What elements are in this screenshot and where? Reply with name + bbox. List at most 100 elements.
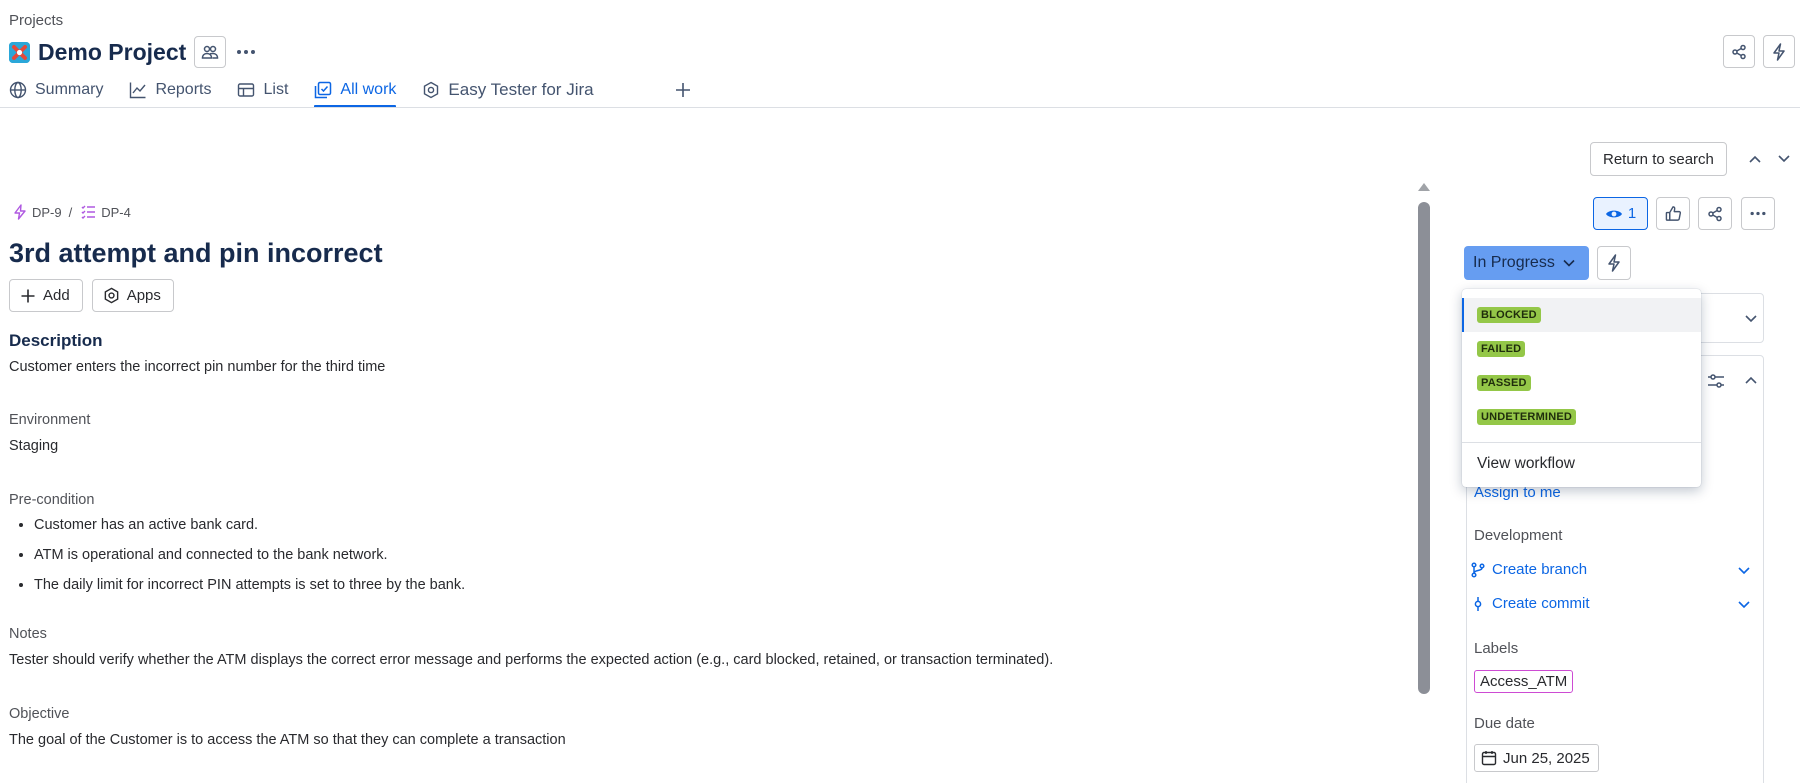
plus-icon: [675, 83, 690, 97]
chevron-down-icon[interactable]: [1738, 567, 1750, 575]
objective-heading: Objective: [9, 706, 70, 722]
return-to-search-button[interactable]: Return to search: [1590, 142, 1727, 176]
status-lozenge: PASSED: [1477, 375, 1531, 391]
chevron-down-icon: [1563, 259, 1575, 267]
tab-summary[interactable]: Summary: [9, 78, 103, 102]
breadcrumb[interactable]: Projects: [9, 12, 63, 29]
status-dropdown-menu: BLOCKED FAILED PASSED UNDETERMINED View …: [1462, 289, 1701, 487]
issue-automation-button[interactable]: [1597, 246, 1631, 280]
status-option-undetermined[interactable]: UNDETERMINED: [1462, 400, 1701, 434]
thumbs-up-icon: [1665, 206, 1681, 221]
scroll-up-arrow[interactable]: [1418, 183, 1430, 191]
precondition-heading: Pre-condition: [9, 492, 95, 508]
create-branch-link[interactable]: Create branch: [1471, 561, 1587, 578]
previous-issue-button[interactable]: [1739, 143, 1771, 175]
eye-icon: [1605, 210, 1622, 217]
status-lozenge: UNDETERMINED: [1477, 409, 1577, 425]
team-button[interactable]: [194, 36, 227, 68]
tab-label: Easy Tester for Jira: [448, 80, 594, 99]
create-commit-label: Create commit: [1492, 595, 1590, 612]
status-label: In Progress: [1473, 254, 1555, 271]
globe-icon: [9, 81, 27, 99]
share-issue-button[interactable]: [1698, 197, 1732, 230]
status-lozenge: FAILED: [1477, 341, 1526, 357]
issue-title[interactable]: 3rd attempt and pin incorrect: [9, 238, 383, 269]
chevron-down-icon: [1778, 155, 1790, 163]
objective-text[interactable]: The goal of the Customer is to access th…: [9, 732, 566, 748]
chart-line-icon: [130, 82, 146, 99]
parent-issue-link[interactable]: DP-9: [32, 205, 62, 220]
description-heading: Description: [9, 331, 103, 350]
share-project-button[interactable]: [1723, 35, 1755, 68]
tab-list[interactable]: List: [237, 78, 288, 102]
more-actions-button[interactable]: [230, 36, 262, 68]
add-button[interactable]: Add: [9, 279, 83, 312]
chevron-down-icon: [1745, 315, 1757, 323]
people-icon: [202, 45, 219, 59]
subtask-icon: [81, 205, 96, 219]
list-item: ATM is operational and connected to the …: [34, 545, 465, 575]
due-date-field[interactable]: Jun 25, 2025: [1474, 744, 1599, 772]
status-option-blocked[interactable]: BLOCKED: [1462, 298, 1701, 332]
apps-label: Apps: [126, 287, 161, 304]
like-button[interactable]: [1656, 197, 1690, 230]
project-logo-icon: [9, 41, 30, 63]
precondition-list: Customer has an active bank card. ATM is…: [34, 515, 465, 605]
next-issue-button[interactable]: [1768, 143, 1800, 175]
share-icon: [1708, 206, 1722, 221]
due-date-heading: Due date: [1474, 715, 1535, 732]
app-hexagon-icon: [424, 81, 439, 99]
more-horizontal-icon: [237, 50, 256, 54]
environment-heading: Environment: [9, 412, 91, 428]
notes-heading: Notes: [9, 626, 47, 642]
project-title-row: Demo Project: [9, 36, 262, 68]
settings-sliders-icon[interactable]: [1707, 373, 1725, 389]
issue-key[interactable]: DP-4: [101, 205, 131, 220]
chevron-down-icon[interactable]: [1738, 601, 1750, 609]
tab-easy-tester[interactable]: Easy Tester for Jira: [422, 78, 594, 102]
app-hexagon-icon: [104, 287, 119, 304]
dropdown-divider: [1462, 442, 1701, 443]
issue-more-button[interactable]: [1741, 197, 1775, 230]
status-option-passed[interactable]: PASSED: [1462, 366, 1701, 400]
label-tag[interactable]: Access_ATM: [1474, 670, 1574, 693]
scrollbar-thumb[interactable]: [1418, 202, 1430, 694]
project-title[interactable]: Demo Project: [38, 39, 186, 66]
header-divider: [0, 107, 1800, 108]
plus-icon: [21, 289, 35, 302]
lightning-icon: [1608, 254, 1620, 272]
chevron-up-icon: [1749, 155, 1761, 163]
list-item: Customer has an active bank card.: [34, 515, 465, 545]
issue-breadcrumb: DP-9 / DP-4: [13, 204, 131, 220]
chevron-up-icon[interactable]: [1745, 376, 1757, 384]
create-commit-link[interactable]: Create commit: [1471, 595, 1590, 612]
notes-text[interactable]: Tester should verify whether the ATM dis…: [9, 652, 1053, 668]
status-option-failed[interactable]: FAILED: [1462, 332, 1701, 366]
create-branch-label: Create branch: [1492, 561, 1588, 578]
tab-label: Summary: [35, 81, 104, 98]
status-lozenge: BLOCKED: [1477, 307, 1541, 323]
due-date-value: Jun 25, 2025: [1503, 749, 1590, 767]
breadcrumb-separator: /: [68, 204, 73, 220]
description-text[interactable]: Customer enters the incorrect pin number…: [9, 359, 385, 375]
tab-label: All work: [340, 81, 397, 98]
commit-icon: [1474, 596, 1482, 611]
branch-icon: [1471, 561, 1485, 578]
labels-heading: Labels: [1474, 640, 1519, 657]
automation-button[interactable]: [1763, 35, 1795, 68]
share-icon: [1732, 44, 1746, 59]
apps-button[interactable]: Apps: [91, 279, 174, 312]
add-label: Add: [43, 287, 70, 304]
status-button[interactable]: In Progress: [1464, 246, 1589, 280]
tab-label: Reports: [155, 81, 212, 98]
tab-all-work[interactable]: All work: [314, 78, 397, 108]
environment-value[interactable]: Staging: [9, 438, 58, 454]
issue-action-row: Add Apps: [9, 279, 183, 312]
more-horizontal-icon: [1750, 211, 1766, 216]
epic-lightning-icon: [14, 204, 26, 220]
watch-button[interactable]: 1: [1593, 197, 1648, 230]
add-tab-button[interactable]: [674, 78, 700, 102]
watchers-count: 1: [1627, 205, 1637, 222]
view-workflow-link[interactable]: View workflow: [1477, 455, 1575, 473]
tab-reports[interactable]: Reports: [129, 78, 211, 102]
